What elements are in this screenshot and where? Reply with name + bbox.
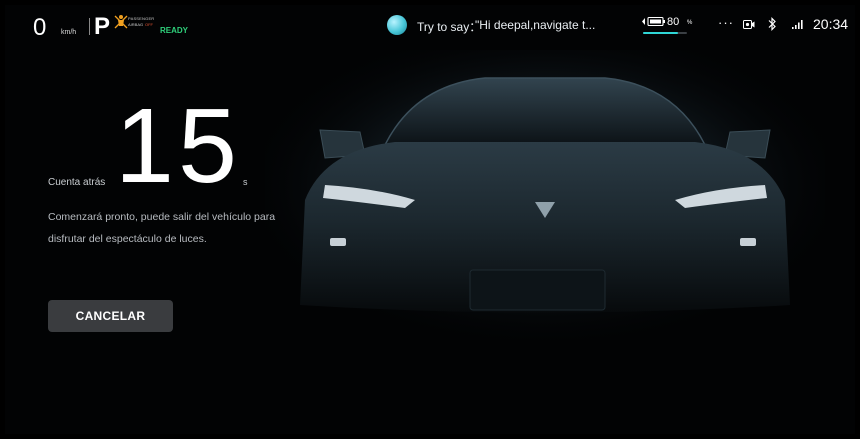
airbag-label-line2: AIRBAG bbox=[128, 22, 144, 27]
airbag-off-icon bbox=[114, 15, 128, 29]
car-front-image bbox=[265, 50, 825, 350]
voice-assistant-icon[interactable] bbox=[387, 15, 407, 35]
clock: 20:34 bbox=[813, 16, 849, 32]
status-bar: 0 km/h P PASSENGER AIRBAG OFF READY Try … bbox=[5, 5, 855, 47]
battery-percent: 80 bbox=[667, 16, 680, 28]
light-show-screen: 0 km/h P PASSENGER AIRBAG OFF READY Try … bbox=[5, 5, 855, 434]
divider bbox=[89, 18, 90, 35]
countdown-number: 15 bbox=[115, 87, 241, 205]
speed-value: 0 bbox=[33, 14, 47, 41]
ready-indicator: READY bbox=[160, 26, 189, 35]
airbag-state: OFF bbox=[145, 22, 153, 27]
speed-unit: km/h bbox=[61, 29, 77, 36]
more-icon[interactable]: ··· bbox=[718, 15, 734, 30]
voice-hint-text[interactable]: "Hi deepal,navigate t... bbox=[475, 18, 595, 32]
countdown-message: Comenzará pronto, puede salir del vehícu… bbox=[48, 211, 276, 245]
voice-hint-prefix[interactable]: Try to say： bbox=[417, 18, 481, 35]
battery-icon bbox=[642, 16, 665, 27]
dashcam-icon[interactable] bbox=[743, 20, 755, 29]
airbag-label-line1: PASSENGER bbox=[128, 16, 155, 21]
cancel-button[interactable]: CANCELAR bbox=[48, 300, 173, 332]
countdown-unit: s bbox=[243, 177, 248, 187]
signal-icon bbox=[792, 20, 803, 29]
battery-unit: % bbox=[687, 20, 693, 26]
battery-level-fill bbox=[643, 32, 679, 34]
gear-indicator: P bbox=[94, 13, 111, 40]
battery-level-bar bbox=[643, 32, 687, 34]
bluetooth-icon[interactable] bbox=[767, 17, 777, 31]
countdown-label: Cuenta atrás bbox=[48, 177, 106, 188]
